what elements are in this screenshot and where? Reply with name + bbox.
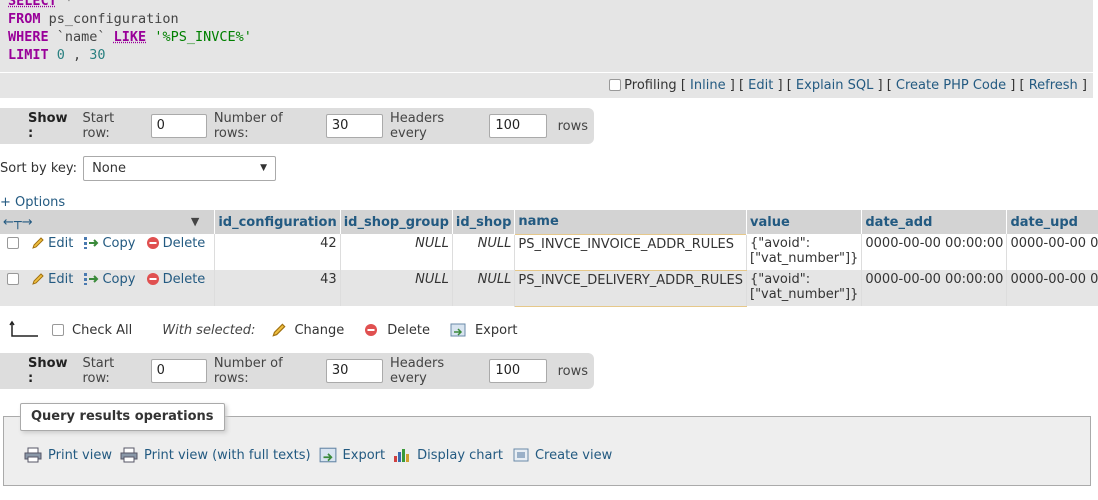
sql-line-1: SELECT *: [8, 0, 74, 9]
cell-name[interactable]: PS_INVCE_INVOICE_ADDR_RULES: [514, 233, 747, 271]
cell-date-add[interactable]: 0000-00-00 00:00:00: [861, 270, 1008, 306]
query-results-operations-links: Print view Print view (with full texts) …: [24, 447, 620, 463]
table-row: Edit Copy Delete 42 NULL NULL PS_INVCE_I…: [0, 233, 1098, 271]
results-table: ←┬→ ▼ id_configuration id_shop_group id_…: [0, 210, 1098, 307]
dropdown-arrow-icon: ▼: [260, 163, 268, 173]
chart-icon: [394, 449, 410, 462]
check-all-label[interactable]: Check All: [72, 323, 132, 338]
headers-every-input-bottom[interactable]: 100: [489, 359, 547, 383]
export-link[interactable]: Export: [343, 448, 386, 463]
pencil-icon: [32, 237, 44, 249]
start-row-input[interactable]: 0: [150, 114, 207, 138]
copy-action[interactable]: Copy: [83, 272, 135, 287]
delete-icon: [146, 237, 159, 249]
refresh-link[interactable]: Refresh: [1029, 78, 1078, 93]
export-button[interactable]: Export: [450, 323, 518, 338]
print-view-link[interactable]: Print view: [48, 448, 112, 463]
sort-arrow-icon[interactable]: ▼: [191, 215, 199, 228]
sql-query-box: SELECT * FROM ps_configuration WHERE `na…: [0, 0, 1093, 72]
row-actions: Edit Copy Delete: [0, 234, 216, 270]
column-header-date-upd[interactable]: date_upd: [1006, 210, 1098, 234]
navigation-bar-bottom: Show : Start row: 0 Number of rows: 30 H…: [0, 353, 594, 389]
cell-date-add[interactable]: 0000-00-00 00:00:00: [861, 234, 1008, 270]
create-php-code-link[interactable]: Create PHP Code: [896, 78, 1006, 93]
create-view-link[interactable]: Create view: [535, 448, 612, 463]
options-toggle: + Options: [0, 195, 65, 210]
delete-icon: [365, 324, 378, 336]
cell-id-shop-group[interactable]: NULL: [340, 270, 453, 306]
options-link[interactable]: + Options: [0, 195, 65, 210]
pencil-icon: [32, 273, 44, 285]
check-all-checkbox[interactable]: [52, 324, 64, 336]
with-selected-label: With selected:: [162, 322, 256, 338]
profiling-checkbox[interactable]: [609, 79, 622, 91]
cell-id-configuration[interactable]: 42: [214, 234, 341, 270]
delete-icon: [146, 273, 159, 285]
change-button[interactable]: Change: [271, 322, 344, 338]
cell-id-shop[interactable]: NULL: [452, 234, 516, 270]
cell-name[interactable]: PS_INVCE_DELIVERY_ADDR_RULES: [514, 269, 747, 307]
row-actions: Edit Copy Delete: [0, 270, 216, 306]
cell-value[interactable]: {"avoid": ["vat_number"]}: [746, 234, 863, 270]
copy-action[interactable]: Copy: [83, 236, 135, 251]
start-row-input-bottom[interactable]: 0: [150, 359, 207, 383]
explain-sql-link[interactable]: Explain SQL: [796, 78, 873, 93]
sort-by-key-select[interactable]: None ▼: [83, 155, 277, 181]
sql-line-3: WHERE `name` LIKE '%PS_INVCE%': [8, 29, 252, 45]
number-of-rows-input-bottom[interactable]: 30: [325, 359, 384, 383]
row-checkbox[interactable]: [7, 273, 19, 285]
pencil-icon: [272, 323, 286, 337]
column-header-date-add[interactable]: date_add: [861, 210, 1008, 234]
table-header-row: ←┬→ ▼ id_configuration id_shop_group id_…: [0, 210, 1098, 234]
bulk-actions-bar: Check All With selected: Change Delete E…: [0, 316, 518, 344]
cell-id-shop[interactable]: NULL: [452, 270, 516, 306]
table-row: Edit Copy Delete 43 NULL NULL PS_INVCE_D…: [0, 269, 1098, 307]
column-header-name[interactable]: name: [514, 210, 747, 234]
sql-line-4: LIMIT 0 , 30: [8, 47, 106, 63]
display-chart-link[interactable]: Display chart: [417, 448, 503, 463]
sql-line-2: FROM ps_configuration: [8, 11, 179, 27]
navigation-bar-top: Show : Start row: 0 Number of rows: 30 H…: [0, 108, 594, 144]
delete-button[interactable]: Delete: [364, 323, 430, 338]
cell-value[interactable]: {"avoid": ["vat_number"]}: [746, 270, 863, 306]
headers-every-input[interactable]: 100: [489, 114, 547, 138]
query-results-operations-legend: Query results operations: [20, 403, 225, 431]
export-icon: [319, 447, 336, 463]
copy-icon: [84, 273, 99, 285]
cell-date-upd[interactable]: 0000-00-00 00:00:00: [1006, 270, 1098, 306]
query-links-bar: Profiling [ Inline ] [ Edit ] [ Explain …: [0, 72, 1093, 98]
column-header-value[interactable]: value: [746, 210, 863, 234]
edit-action[interactable]: Edit: [31, 272, 73, 287]
cell-id-configuration[interactable]: 43: [214, 270, 341, 306]
arrow-ltr-icon: [9, 320, 38, 337]
sort-by-key: Sort by key: None ▼: [0, 155, 277, 181]
column-header-id-shop-group[interactable]: id_shop_group: [340, 210, 453, 234]
edit-action[interactable]: Edit: [31, 236, 73, 251]
column-header-id-shop[interactable]: id_shop: [452, 210, 516, 234]
print-icon: [120, 447, 138, 463]
column-resize-header: ←┬→ ▼: [0, 210, 216, 234]
edit-link[interactable]: Edit: [748, 78, 773, 93]
create-view-icon: [513, 448, 529, 462]
profiling-label: Profiling: [624, 78, 677, 93]
column-header-id-configuration[interactable]: id_configuration: [214, 210, 341, 234]
delete-action[interactable]: Delete: [146, 272, 205, 287]
print-icon: [24, 447, 42, 463]
print-view-full-texts-link[interactable]: Print view (with full texts): [144, 448, 311, 463]
number-of-rows-input[interactable]: 30: [325, 114, 384, 138]
row-checkbox[interactable]: [7, 237, 19, 249]
cell-id-shop-group[interactable]: NULL: [340, 234, 453, 270]
export-icon: [450, 323, 466, 337]
column-arrows-icon[interactable]: ←┬→: [3, 215, 33, 230]
cell-date-upd[interactable]: 0000-00-00 00:00:00: [1006, 234, 1098, 270]
copy-icon: [84, 237, 99, 249]
inline-link[interactable]: Inline: [690, 78, 726, 93]
delete-action[interactable]: Delete: [146, 236, 205, 251]
